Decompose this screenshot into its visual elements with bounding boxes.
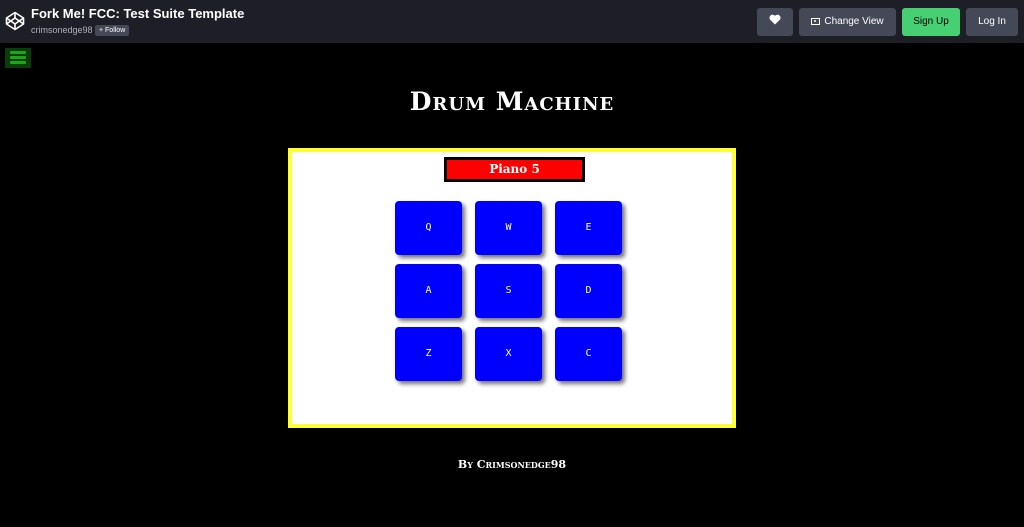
menu-bar bbox=[10, 56, 26, 59]
change-view-label: Change View bbox=[824, 16, 884, 27]
drum-pad-q[interactable]: Q bbox=[395, 201, 462, 255]
top-bar: Fork Me! FCC: Test Suite Template crimso… bbox=[0, 0, 1024, 43]
hamburger-menu-icon[interactable] bbox=[5, 48, 31, 68]
follow-button[interactable]: + Follow bbox=[95, 25, 130, 36]
drum-pad-w[interactable]: W bbox=[475, 201, 542, 255]
menu-bar bbox=[10, 61, 26, 64]
drum-pad-x[interactable]: X bbox=[475, 327, 542, 381]
menu-bar bbox=[10, 51, 26, 54]
log-in-button[interactable]: Log In bbox=[966, 8, 1018, 36]
author-credit: By Crimsonedge98 bbox=[457, 458, 567, 471]
author-link[interactable]: crimsonedge98 bbox=[31, 25, 93, 35]
layout-icon bbox=[811, 18, 821, 25]
heart-button[interactable] bbox=[757, 8, 793, 36]
heart-icon bbox=[769, 14, 781, 25]
drum-pad-z[interactable]: Z bbox=[395, 327, 462, 381]
codepen-logo-icon[interactable] bbox=[5, 11, 25, 31]
drum-pad-c[interactable]: C bbox=[555, 327, 622, 381]
drum-pad-e[interactable]: E bbox=[555, 201, 622, 255]
sign-up-button[interactable]: Sign Up bbox=[902, 8, 960, 36]
drum-pad-s[interactable]: S bbox=[475, 264, 542, 318]
sound-display: Piano 5 bbox=[444, 157, 585, 182]
drum-pad-a[interactable]: A bbox=[395, 264, 462, 318]
page-title: Drum Machine bbox=[409, 87, 615, 116]
change-view-button[interactable]: Change View bbox=[799, 8, 896, 36]
drum-pad-d[interactable]: D bbox=[555, 264, 622, 318]
drum-machine: Piano 5 Q W E A S D Z X C bbox=[288, 148, 736, 428]
pen-title[interactable]: Fork Me! FCC: Test Suite Template bbox=[31, 6, 244, 21]
